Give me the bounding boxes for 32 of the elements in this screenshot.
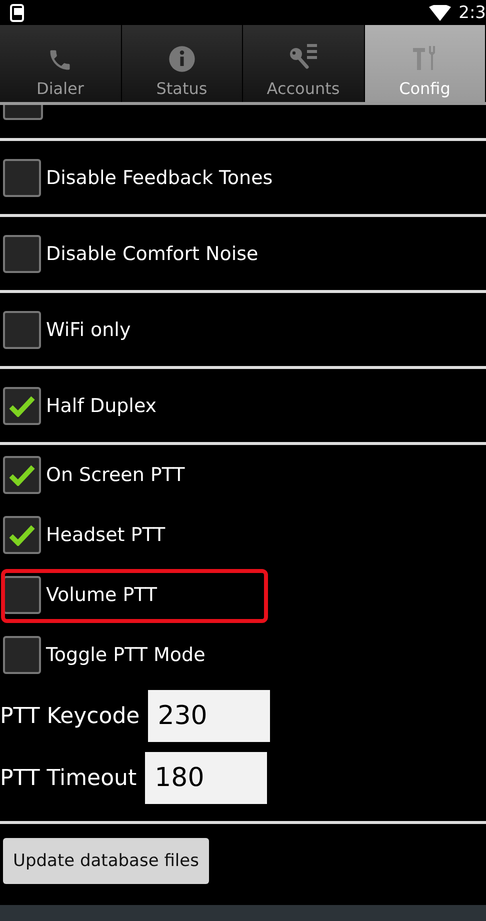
checkbox[interactable] bbox=[3, 576, 41, 614]
info-icon bbox=[168, 45, 196, 73]
update-button[interactable]: Update database files bbox=[3, 838, 209, 884]
setting-label: Volume PTT bbox=[46, 584, 158, 606]
checkmark-icon bbox=[9, 464, 35, 486]
checkbox[interactable] bbox=[3, 636, 41, 674]
field-label: PTT Keycode bbox=[0, 704, 140, 728]
field-label: PTT Timeout bbox=[0, 766, 137, 790]
checkbox[interactable] bbox=[3, 386, 41, 424]
checkmark-icon bbox=[9, 524, 35, 546]
clock-time: 2:3 bbox=[458, 2, 486, 22]
wifi-icon bbox=[428, 4, 451, 20]
setting-label: WiFi only bbox=[46, 318, 131, 340]
input-field[interactable]: 230 bbox=[148, 690, 270, 742]
input-field[interactable]: 180 bbox=[144, 752, 267, 804]
checkbox[interactable] bbox=[3, 158, 41, 196]
notification-icon bbox=[10, 4, 26, 22]
checkbox[interactable] bbox=[3, 105, 43, 120]
setting-label: On Screen PTT bbox=[46, 464, 185, 486]
checkbox[interactable] bbox=[3, 234, 41, 272]
setting-label: Disable Comfort Noise bbox=[46, 242, 258, 264]
checkbox[interactable] bbox=[3, 310, 41, 348]
tab[interactable]: Dialer bbox=[0, 25, 122, 102]
tab[interactable]: Accounts bbox=[243, 25, 364, 102]
setting-label: Headset PTT bbox=[46, 524, 166, 546]
checkmark-icon bbox=[9, 394, 35, 416]
checkbox[interactable] bbox=[3, 516, 41, 554]
checkbox[interactable] bbox=[3, 456, 41, 494]
setting-label: Disable Feedback Tones bbox=[46, 166, 273, 188]
tab[interactable]: Status bbox=[122, 25, 243, 102]
setting-label: Toggle PTT Mode bbox=[46, 644, 206, 666]
setting-label: Half Duplex bbox=[46, 394, 157, 416]
